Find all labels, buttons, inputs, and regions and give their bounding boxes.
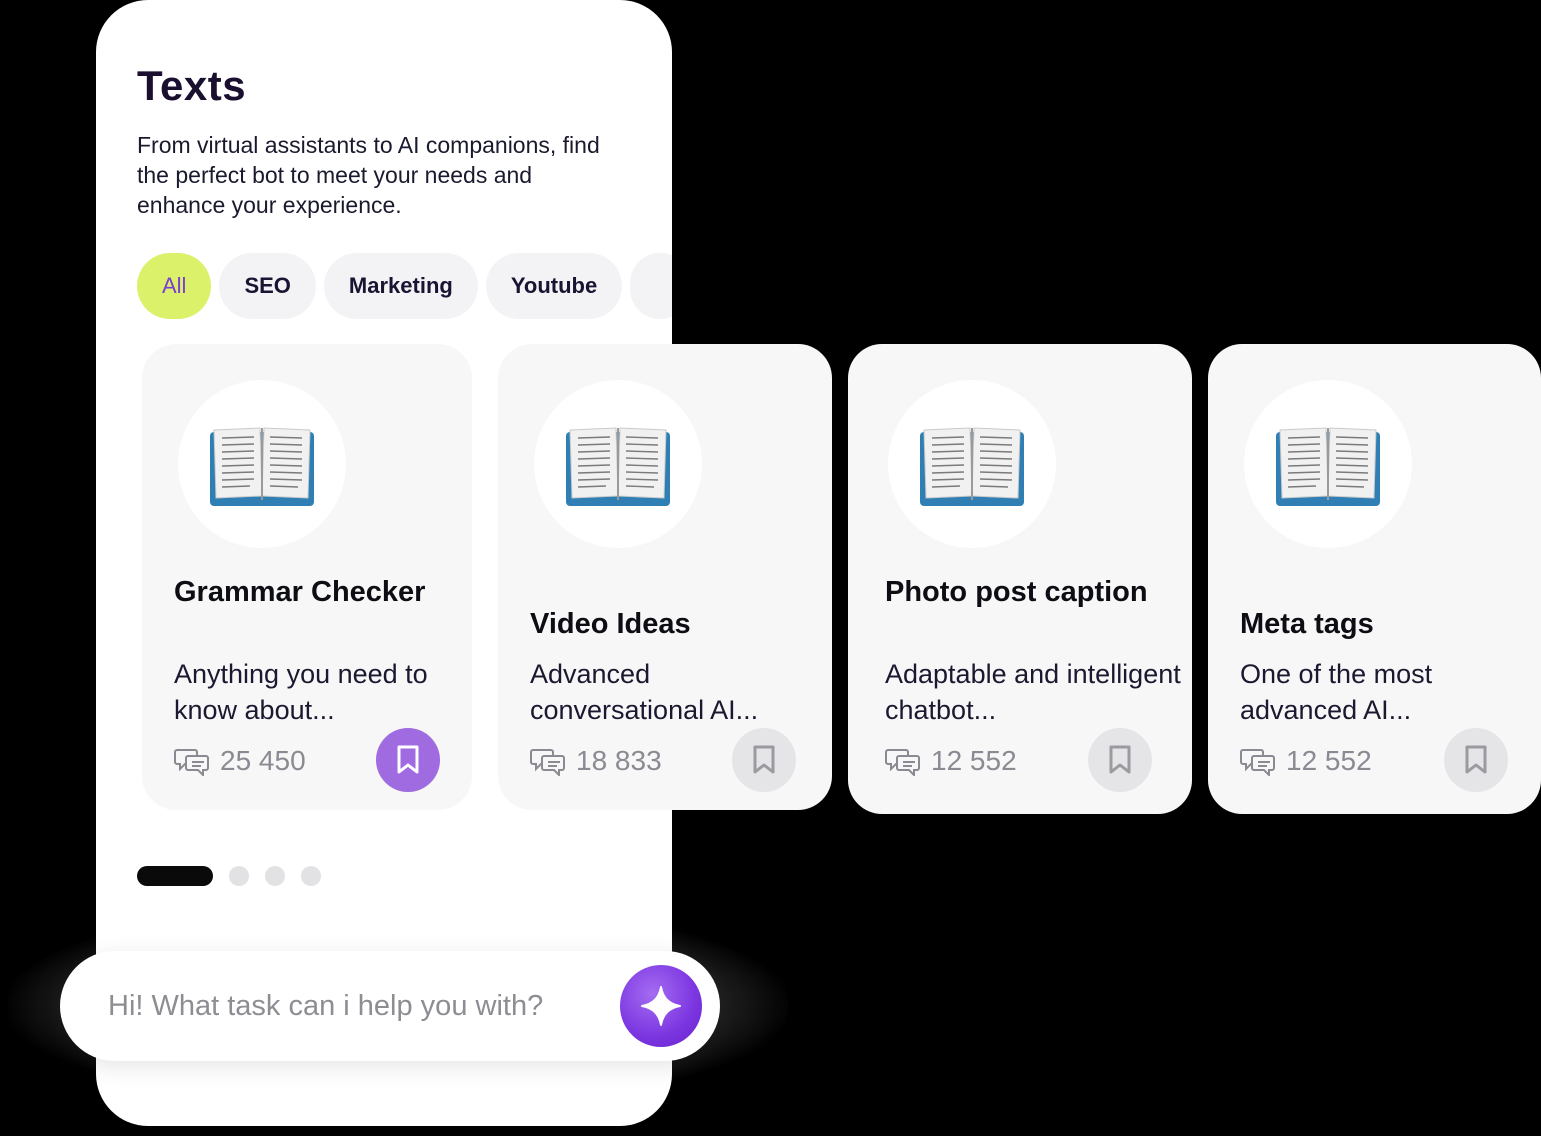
page-title: Texts bbox=[137, 62, 247, 109]
bookmark-icon bbox=[753, 745, 775, 774]
open-book-icon bbox=[566, 427, 670, 506]
page-subtitle: From virtual assistants to AI companions… bbox=[137, 132, 600, 218]
category-chips: All SEO Marketing Youtube bbox=[137, 253, 672, 321]
bot-card-video-ideas[interactable]: Video Ideas Advanced conversational AI..… bbox=[498, 344, 832, 810]
bot-card-photo-post-caption[interactable]: Photo post caption Adaptable and intelli… bbox=[848, 344, 1192, 814]
usage-count: 18 833 bbox=[576, 745, 662, 776]
chat-bubbles-icon bbox=[1240, 749, 1275, 776]
card-avatar bbox=[888, 380, 1056, 548]
chat-bubbles-icon bbox=[530, 749, 565, 776]
open-book-icon bbox=[920, 427, 1024, 506]
card-avatar bbox=[178, 380, 346, 548]
card-stats: 25 450 bbox=[174, 744, 306, 778]
chat-bubbles-icon bbox=[885, 749, 920, 776]
sparkle-send-button[interactable] bbox=[620, 965, 702, 1047]
card-title: Meta tags bbox=[1240, 608, 1374, 640]
pagination-dot[interactable] bbox=[229, 866, 249, 886]
bookmark-button[interactable] bbox=[732, 728, 796, 792]
carousel-pagination bbox=[137, 866, 337, 886]
pagination-dot[interactable] bbox=[265, 866, 285, 886]
chip-youtube[interactable]: Youtube bbox=[485, 253, 623, 319]
bookmark-button[interactable] bbox=[376, 728, 440, 792]
bookmark-button[interactable] bbox=[1088, 728, 1152, 792]
card-title: Video Ideas bbox=[530, 608, 691, 640]
usage-count: 12 552 bbox=[1286, 745, 1372, 776]
bot-card-grammar-checker[interactable]: Grammar Checker Anything you need to kno… bbox=[142, 344, 472, 810]
card-description: One of the most advanced AI... bbox=[1240, 659, 1433, 725]
card-stats: 12 552 bbox=[885, 744, 1017, 778]
bookmark-icon bbox=[397, 745, 419, 774]
chip-seo[interactable]: SEO bbox=[219, 253, 316, 319]
card-title: Photo post caption bbox=[885, 576, 1148, 608]
chip-marketing[interactable]: Marketing bbox=[323, 253, 478, 319]
chip-all[interactable]: All bbox=[137, 253, 212, 319]
prompt-input[interactable] bbox=[108, 951, 608, 1061]
bookmark-icon bbox=[1109, 745, 1131, 774]
card-description: Advanced conversational AI... bbox=[530, 659, 759, 725]
card-avatar bbox=[534, 380, 702, 548]
card-stats: 12 552 bbox=[1240, 744, 1372, 778]
chip-more[interactable] bbox=[630, 253, 672, 319]
bookmark-icon bbox=[1465, 745, 1487, 774]
card-description: Anything you need to know about... bbox=[174, 659, 428, 725]
usage-count: 12 552 bbox=[931, 745, 1017, 776]
card-title: Grammar Checker bbox=[174, 576, 426, 608]
pagination-dot[interactable] bbox=[301, 866, 321, 886]
open-book-icon bbox=[210, 427, 314, 506]
card-stats: 18 833 bbox=[530, 744, 662, 778]
sparkle-icon bbox=[641, 986, 681, 1026]
bot-card-meta-tags[interactable]: Meta tags One of the most advanced AI...… bbox=[1208, 344, 1541, 814]
pagination-dot-active[interactable] bbox=[137, 866, 213, 886]
prompt-bar bbox=[60, 951, 720, 1061]
card-avatar bbox=[1244, 380, 1412, 548]
chat-bubbles-icon bbox=[174, 749, 209, 776]
card-description: Adaptable and intelligent chatbot... bbox=[885, 659, 1181, 725]
usage-count: 25 450 bbox=[220, 745, 306, 776]
open-book-icon bbox=[1276, 427, 1380, 506]
bookmark-button[interactable] bbox=[1444, 728, 1508, 792]
stage: Texts From virtual assistants to AI comp… bbox=[0, 0, 1541, 1136]
